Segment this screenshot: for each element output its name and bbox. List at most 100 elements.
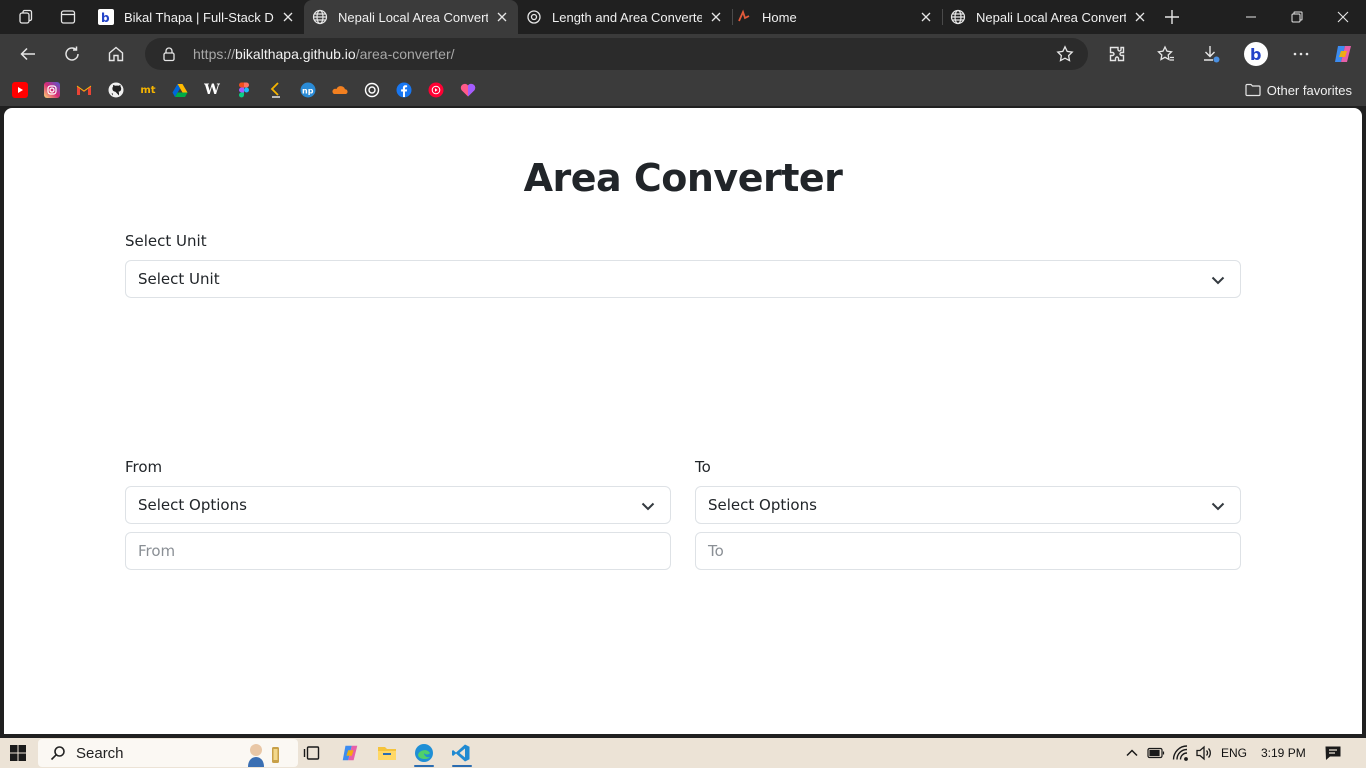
new-tab-icon[interactable]: [1160, 6, 1184, 28]
downloads-icon[interactable]: [1195, 38, 1227, 70]
battery-icon[interactable]: [1144, 741, 1168, 765]
vscode-active-indicator: [452, 765, 472, 767]
clock[interactable]: 3:19 PM: [1261, 738, 1306, 768]
close-tab-icon[interactable]: [708, 9, 724, 25]
codeforces-icon[interactable]: [268, 82, 284, 98]
taskbar-search[interactable]: Search: [38, 739, 298, 767]
svg-text:np: np: [302, 87, 314, 96]
github-icon[interactable]: [108, 82, 124, 98]
unit-select[interactable]: Select Unit: [125, 260, 1241, 298]
close-tab-icon[interactable]: [494, 9, 510, 25]
url-text[interactable]: https://bikalthapa.github.io/area-conver…: [193, 38, 455, 70]
home-icon[interactable]: [100, 38, 132, 70]
windows-taskbar: Search ENG 3:19 PM: [0, 738, 1366, 768]
mt-icon[interactable]: mt: [140, 82, 156, 98]
from-label: From: [125, 458, 163, 476]
to-select-value: Select Options: [708, 496, 817, 514]
youtube-music-icon[interactable]: [428, 82, 444, 98]
refresh-icon[interactable]: [56, 38, 88, 70]
chevron-down-icon: [1211, 502, 1225, 511]
url-path: /area-converter/: [355, 46, 455, 62]
cloudflare-icon[interactable]: [332, 82, 348, 98]
favorite-star-icon[interactable]: [1056, 45, 1074, 67]
task-view-icon[interactable]: [300, 741, 324, 765]
tab-title: Nepali Local Area Converter: [976, 9, 1126, 25]
gmail-icon[interactable]: [76, 82, 92, 98]
facebook-icon[interactable]: [396, 82, 412, 98]
tab-title: Nepali Local Area Converter: [338, 9, 488, 25]
vertical-tabs-icon[interactable]: [56, 6, 80, 28]
file-explorer-icon[interactable]: [375, 741, 399, 765]
site-logo-icon: [736, 9, 752, 25]
profile-avatar[interactable]: b: [1240, 38, 1272, 70]
figma-icon[interactable]: [236, 82, 252, 98]
other-favorites-folder[interactable]: Other favorites: [1245, 74, 1352, 106]
to-unit-select[interactable]: Select Options: [695, 486, 1241, 524]
from-select-value: Select Options: [138, 496, 247, 514]
from-input-placeholder: From: [138, 542, 176, 560]
search-icon: [50, 746, 65, 761]
from-unit-select[interactable]: Select Options: [125, 486, 671, 524]
language-indicator[interactable]: ENG: [1221, 738, 1247, 768]
close-tab-icon[interactable]: [918, 9, 934, 25]
tab-bikal-thapa[interactable]: b Bikal Thapa | Full-Stack Deve: [90, 0, 304, 34]
to-input-placeholder: To: [708, 542, 724, 560]
globe-icon: [312, 9, 328, 25]
google-drive-icon[interactable]: [172, 82, 188, 98]
youtube-icon[interactable]: [12, 82, 28, 98]
favorites-icon[interactable]: [1150, 38, 1182, 70]
workspaces-icon[interactable]: [14, 6, 38, 28]
wifi-icon[interactable]: [1169, 741, 1193, 765]
extensions-icon[interactable]: [1101, 38, 1133, 70]
url-host: bikalthapa.github.io: [235, 46, 356, 62]
back-arrow-icon[interactable]: [12, 38, 44, 70]
globe-icon: [950, 9, 966, 25]
close-window-icon[interactable]: [1320, 0, 1366, 34]
chevron-up-icon[interactable]: [1120, 741, 1144, 765]
copilot-taskbar-icon[interactable]: [338, 741, 362, 765]
svg-text:b: b: [101, 11, 110, 25]
taskbar-search-label: Search: [76, 744, 124, 762]
windows-start-icon[interactable]: [6, 741, 30, 765]
tab-strip: b Bikal Thapa | Full-Stack Deve Nepali L…: [0, 0, 1366, 34]
unit-select-value: Select Unit: [138, 270, 220, 288]
chevron-down-icon: [1211, 276, 1225, 285]
search-highlight-icon: [248, 744, 279, 767]
minimize-icon[interactable]: [1228, 0, 1274, 34]
edge-active-indicator: [414, 765, 434, 767]
instagram-icon[interactable]: [44, 82, 60, 98]
tab-nepali-area-converter-2[interactable]: Nepali Local Area Converter: [942, 0, 1156, 34]
to-input[interactable]: To: [695, 532, 1241, 570]
folder-icon: [1245, 83, 1261, 97]
tab-title: Length and Area Converter: [552, 9, 702, 25]
notifications-icon[interactable]: [1321, 741, 1345, 765]
favorites-bar: mt W np Other favorites: [0, 74, 1366, 106]
other-favorites-label: Other favorites: [1266, 82, 1352, 98]
close-tab-icon[interactable]: [280, 9, 296, 25]
edge-browser-icon[interactable]: [412, 741, 436, 765]
close-tab-icon[interactable]: [1132, 9, 1148, 25]
restore-icon[interactable]: [1274, 0, 1320, 34]
np-icon[interactable]: np: [300, 82, 316, 98]
tab-length-area-converter[interactable]: Length and Area Converter: [518, 0, 732, 34]
tab-home[interactable]: Home: [728, 0, 942, 34]
page-viewport: Area Converter Select Unit Select Unit F…: [4, 108, 1362, 734]
openai-icon: [526, 9, 542, 25]
copilot-icon[interactable]: [1327, 38, 1359, 70]
site-info-lock-icon[interactable]: [161, 46, 177, 66]
heart-app-icon[interactable]: [460, 82, 476, 98]
wikipedia-icon[interactable]: W: [204, 82, 220, 98]
vscode-icon[interactable]: [449, 741, 473, 765]
chevron-down-icon: [641, 502, 655, 511]
browser-toolbar: https://bikalthapa.github.io/area-conver…: [0, 34, 1366, 74]
address-bar[interactable]: https://bikalthapa.github.io/area-conver…: [145, 38, 1088, 70]
url-prefix: https://: [193, 46, 236, 62]
tab-nepali-area-converter-active[interactable]: Nepali Local Area Converter: [304, 0, 518, 34]
svg-text:b: b: [1250, 45, 1261, 64]
bt-logo-icon: b: [98, 9, 114, 25]
openai-icon[interactable]: [364, 82, 380, 98]
volume-icon[interactable]: [1192, 741, 1216, 765]
tab-title: Bikal Thapa | Full-Stack Deve: [124, 9, 274, 25]
from-input[interactable]: From: [125, 532, 671, 570]
more-menu-icon[interactable]: [1285, 38, 1317, 70]
